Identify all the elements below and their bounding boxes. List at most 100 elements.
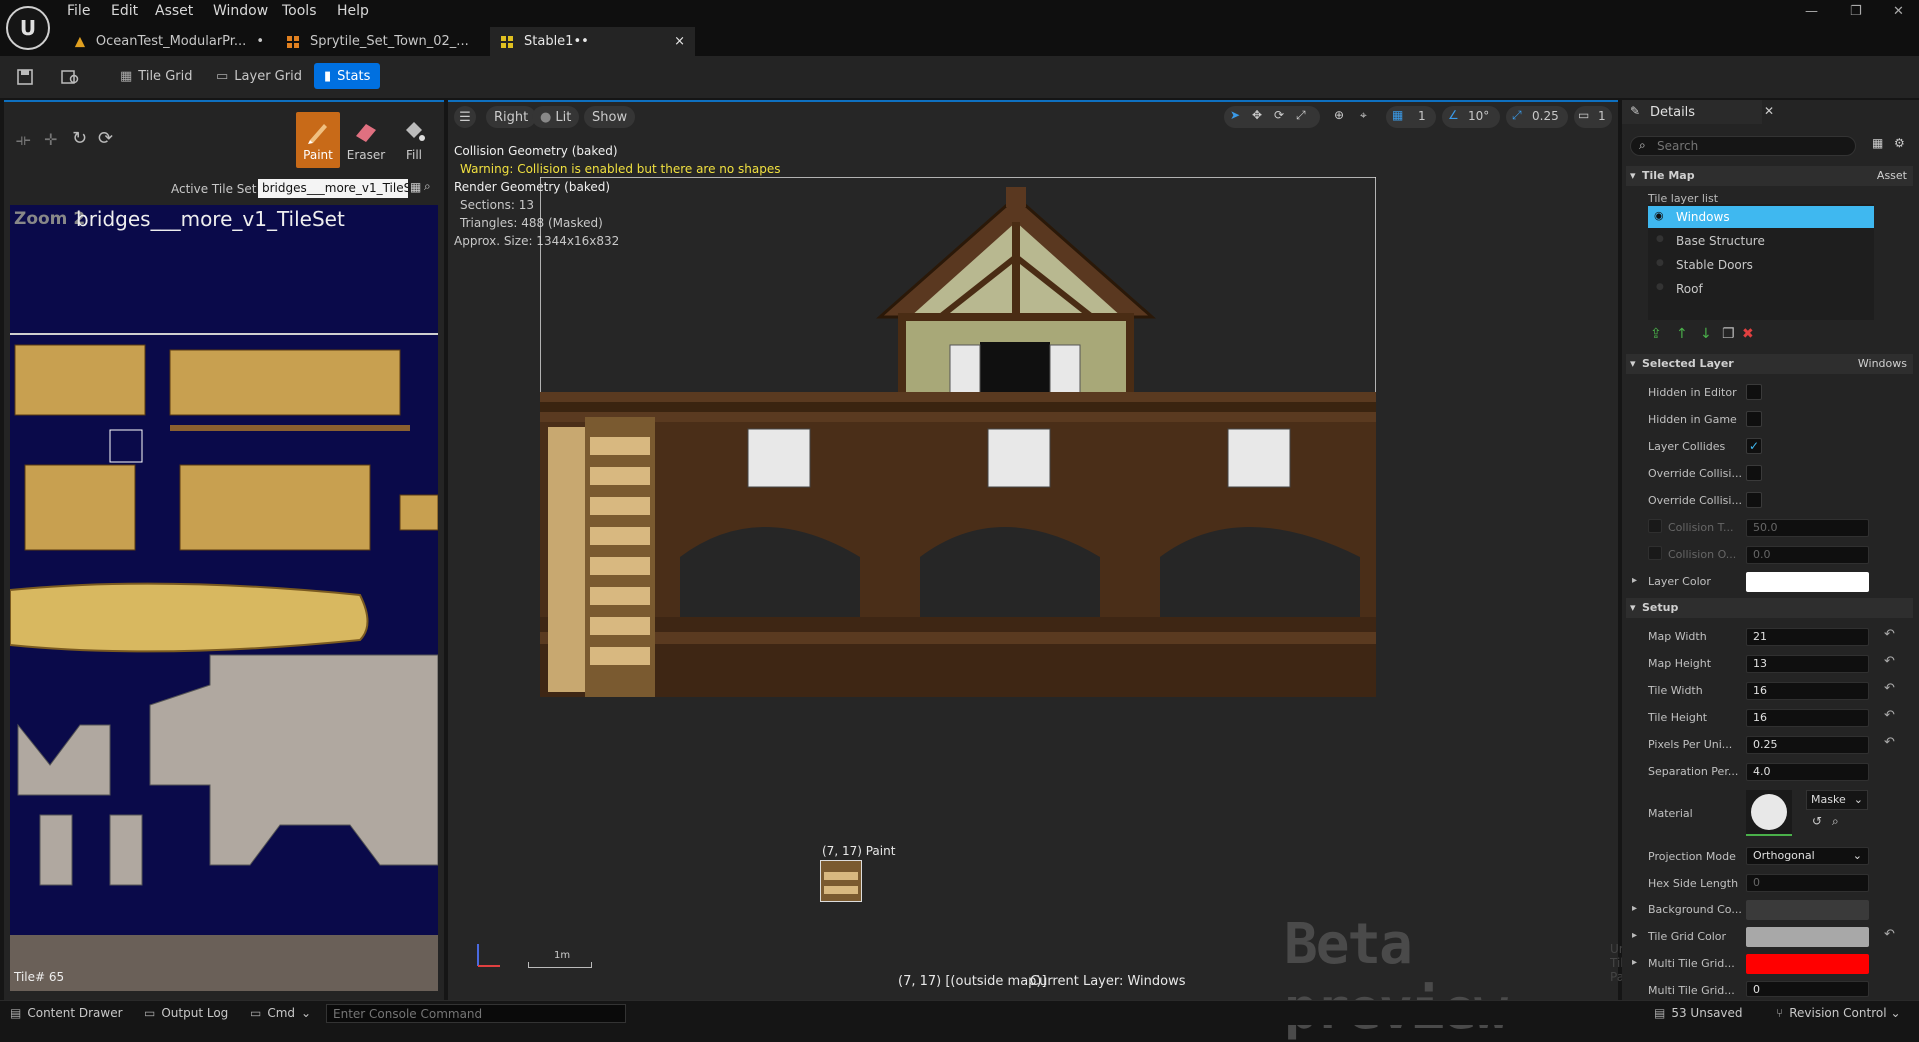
collision-o-checkbox[interactable] [1648, 546, 1662, 560]
details-search-box[interactable]: ⌕ [1630, 136, 1856, 156]
pixels-per-unit-field[interactable]: 0.25 [1746, 736, 1869, 754]
viewport-menu-icon[interactable]: ☰ [454, 106, 476, 128]
close-tab-icon[interactable]: × [674, 34, 685, 49]
tile-grid-color-swatch[interactable] [1746, 927, 1869, 947]
reset-icon[interactable]: ↶ [1884, 627, 1895, 642]
projection-mode-dropdown[interactable]: Orthogonal ⌄ [1746, 847, 1869, 865]
close-window-icon[interactable]: ✕ [1893, 4, 1904, 19]
duplicate-layer-icon[interactable]: ❐ [1722, 326, 1735, 342]
multi-tile-grid-2-field[interactable]: 0 [1746, 981, 1869, 997]
expand-arrow-icon[interactable]: ▸ [1632, 957, 1637, 968]
scale-snap-group[interactable]: ⤢ 0.25 [1506, 106, 1568, 128]
override-collision-1-checkbox[interactable] [1746, 465, 1762, 481]
reset-icon[interactable]: ↶ [1884, 708, 1895, 723]
menu-window[interactable]: Window [213, 3, 268, 19]
output-log-button[interactable]: ▭ Output Log [144, 1006, 228, 1020]
add-layer-icon[interactable]: ⇪ [1650, 326, 1662, 342]
move-icon[interactable]: ⟛ [16, 130, 31, 150]
reset-icon[interactable]: ↶ [1884, 681, 1895, 696]
tab-stable1[interactable]: Stable1•• × [490, 27, 695, 56]
paint-tool-button[interactable]: Paint [296, 112, 340, 168]
refresh-icon[interactable]: ⟳ [98, 128, 113, 149]
unsaved-indicator[interactable]: ▤ 53 Unsaved [1654, 1006, 1743, 1020]
angle-snap-group[interactable]: ∠ 10° [1442, 106, 1500, 128]
minimize-icon[interactable]: — [1805, 4, 1818, 19]
settings-gear-icon[interactable]: ⚙ [1894, 136, 1905, 150]
eye-visible-icon[interactable]: ◉ [1654, 209, 1664, 222]
layer-item-roof[interactable]: ● Roof [1648, 278, 1874, 300]
eye-icon[interactable]: ● [1656, 258, 1664, 268]
move-up-icon[interactable]: ↑ [1676, 326, 1688, 342]
reset-icon[interactable]: ↶ [1884, 735, 1895, 750]
camera-speed-group[interactable]: ▭ 1 [1574, 106, 1612, 128]
override-collision-2-checkbox[interactable] [1746, 492, 1762, 508]
menu-file[interactable]: File [67, 3, 90, 19]
multi-tile-grid-color-swatch[interactable] [1746, 954, 1869, 974]
lit-button[interactable]: ● Lit [532, 106, 580, 128]
hidden-editor-checkbox[interactable] [1746, 384, 1762, 400]
hidden-game-checkbox[interactable] [1746, 411, 1762, 427]
tile-map-section[interactable]: ▾ Tile Map Asset [1626, 166, 1913, 186]
rotate-icon[interactable]: ↻ [72, 128, 87, 149]
menu-tools[interactable]: Tools [282, 3, 317, 19]
layer-item-base-structure[interactable]: ● Base Structure [1648, 230, 1874, 252]
eraser-tool-button[interactable]: Eraser [344, 112, 388, 168]
select-icon[interactable]: ➤ [1230, 108, 1240, 122]
view-mode-button[interactable]: Right [486, 106, 537, 128]
revision-control-button[interactable]: ⑂ Revision Control ⌄ [1776, 1006, 1901, 1020]
background-color-swatch[interactable] [1746, 900, 1869, 920]
details-search-input[interactable] [1657, 138, 1847, 154]
tile-width-field[interactable]: 16 [1746, 682, 1869, 700]
tile-height-field[interactable]: 16 [1746, 709, 1869, 727]
grid-snap-group[interactable]: ▦ 1 [1386, 106, 1436, 128]
tile-grid-small-icon[interactable]: ▦ [410, 180, 421, 194]
stats-button[interactable]: ▮ Stats [314, 63, 381, 89]
world-icon[interactable]: ⊕ [1334, 108, 1344, 122]
tab-sprytile-set[interactable]: Sprytile_Set_Town_02_... [276, 27, 476, 56]
collision-t-checkbox[interactable] [1648, 519, 1662, 533]
fill-tool-button[interactable]: Fill [392, 112, 436, 168]
separation-field[interactable]: 4.0 [1746, 763, 1869, 781]
menu-edit[interactable]: Edit [111, 3, 138, 19]
expand-arrow-icon[interactable]: ▸ [1632, 903, 1637, 914]
menu-asset[interactable]: Asset [155, 3, 193, 19]
table-view-icon[interactable]: ▦ [1872, 136, 1883, 150]
expand-arrow-icon[interactable]: ▸ [1632, 575, 1637, 586]
browse-asset-icon[interactable]: ⌕ [1832, 814, 1839, 829]
unreal-logo-icon[interactable]: U [6, 6, 50, 50]
expand-arrow-icon[interactable]: ▸ [1632, 930, 1637, 941]
layer-grid-button[interactable]: ▭ Layer Grid [210, 63, 308, 89]
save-icon[interactable] [16, 68, 34, 86]
material-thumbnail[interactable] [1746, 790, 1792, 836]
reset-icon[interactable]: ↶ [1884, 927, 1895, 942]
cmd-dropdown[interactable]: ▭ Cmd ⌄ [250, 1006, 311, 1020]
delete-layer-icon[interactable]: ✖ [1742, 326, 1754, 342]
eye-icon[interactable]: ● [1656, 282, 1664, 292]
browse-icon[interactable] [60, 68, 80, 86]
search-icon[interactable]: ⌕ [424, 179, 431, 194]
material-dropdown[interactable]: Maske ⌄ [1806, 790, 1868, 810]
active-tile-set-field[interactable]: bridges___more_v1_TileSet [258, 179, 408, 198]
viewport[interactable]: ☰ Right ● Lit Show ➤ ✥ ⟳ ⤢ ⊕ ⌖ ▦ 1 ∠ 10°… [448, 100, 1658, 1042]
selected-layer-section[interactable]: ▾ Selected Layer Windows [1626, 354, 1913, 374]
layer-color-swatch[interactable] [1746, 572, 1869, 592]
tileset-canvas[interactable]: Zoom 2 bridges___more_v1_TileSet Tile# 6… [10, 205, 438, 991]
show-button[interactable]: Show [584, 106, 636, 128]
tile-grid-button[interactable]: ▦ Tile Grid [114, 63, 198, 89]
console-command-input[interactable] [326, 1004, 626, 1023]
surface-snap-icon[interactable]: ⌖ [1360, 108, 1367, 123]
layer-item-stable-doors[interactable]: ● Stable Doors [1648, 254, 1874, 276]
reset-icon[interactable]: ↶ [1884, 654, 1895, 669]
map-width-field[interactable]: 21 [1746, 628, 1869, 646]
layer-collides-checkbox[interactable]: ✓ [1746, 438, 1762, 454]
translate-tool-icon[interactable]: ✥ [1252, 108, 1262, 122]
maximize-icon[interactable]: ❐ [1850, 4, 1862, 19]
close-details-icon[interactable]: ✕ [1764, 104, 1774, 118]
menu-help[interactable]: Help [337, 3, 369, 19]
layer-item-windows[interactable]: ◉ Windows [1648, 206, 1874, 228]
eye-icon[interactable]: ● [1656, 234, 1664, 244]
details-tab[interactable]: ✎ Details ✕ [1622, 100, 1774, 124]
rotate-tool-icon[interactable]: ⟳ [1274, 108, 1284, 122]
setup-section[interactable]: ▾ Setup [1626, 598, 1913, 618]
content-drawer-button[interactable]: ▤ Content Drawer [10, 1006, 123, 1020]
